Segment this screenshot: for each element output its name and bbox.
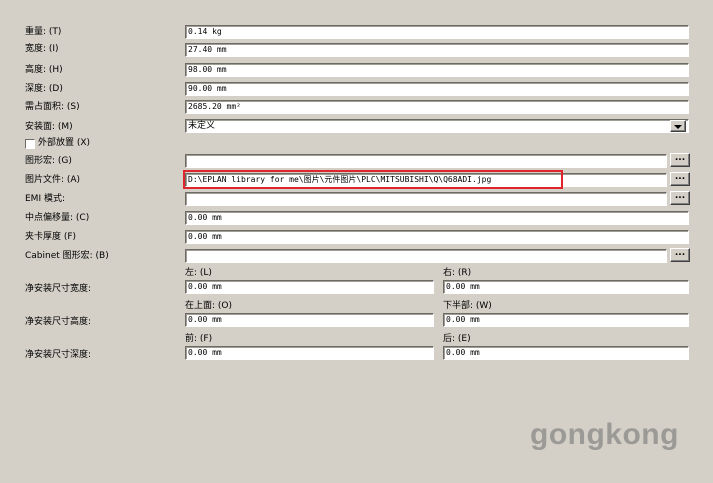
right-sublabel: 右: (R) xyxy=(443,268,472,278)
highlight-box xyxy=(183,170,563,189)
left-sublabel: 左: (L) xyxy=(185,268,212,278)
width-field[interactable]: 27.40 mm xyxy=(185,43,689,57)
mount-surface-select[interactable]: 未定义 xyxy=(185,119,689,133)
top-sublabel: 在上面: (O) xyxy=(185,301,232,311)
graphic-macro-label: 图形宏: (G) xyxy=(25,156,72,166)
front-sublabel: 前: (F) xyxy=(185,334,213,344)
graphic-macro-field[interactable] xyxy=(185,154,667,168)
weight-field[interactable]: 0.14 kg xyxy=(185,25,689,39)
cabinet-macro-label: Cabinet 图形宏: (B) xyxy=(25,251,109,261)
external-placement-label: 外部放置 (X) xyxy=(38,138,91,148)
height-label: 高度: (H) xyxy=(25,65,63,75)
image-file-browse-button[interactable]: ... xyxy=(670,172,690,186)
net-depth-label: 净安装尺寸深度: xyxy=(25,350,92,360)
emi-mode-label: EMI 模式: xyxy=(25,194,65,204)
center-offset-label: 中点偏移量: (C) xyxy=(25,213,90,223)
graphic-macro-browse-button[interactable]: ... xyxy=(670,153,690,167)
clamp-thickness-field[interactable]: 0.00 mm xyxy=(185,230,689,244)
net-depth-front-field[interactable]: 0.00 mm xyxy=(185,346,434,360)
chevron-down-icon xyxy=(674,125,682,129)
center-offset-field[interactable]: 0.00 mm xyxy=(185,211,689,225)
mount-surface-dropdown-button[interactable] xyxy=(670,120,686,132)
depth-field[interactable]: 90.00 mm xyxy=(185,82,689,96)
net-height-label: 净安装尺寸高度: xyxy=(25,317,92,327)
area-label: 需占面积: (S) xyxy=(25,102,80,112)
emi-mode-browse-button[interactable]: ... xyxy=(670,191,690,205)
net-height-bottom-field[interactable]: 0.00 mm xyxy=(443,313,689,327)
net-depth-back-field[interactable]: 0.00 mm xyxy=(443,346,689,360)
net-width-right-field[interactable]: 0.00 mm xyxy=(443,280,689,294)
width-label: 宽度: (I) xyxy=(25,44,59,54)
mount-surface-label: 安装面: (M) xyxy=(25,122,73,132)
area-field[interactable]: 2685.20 mm² xyxy=(185,100,689,114)
back-sublabel: 后: (E) xyxy=(443,334,471,344)
net-width-label: 净安装尺寸宽度: xyxy=(25,284,92,294)
net-width-left-field[interactable]: 0.00 mm xyxy=(185,280,434,294)
external-placement-checkbox[interactable] xyxy=(25,139,35,149)
depth-label: 深度: (D) xyxy=(25,84,63,94)
net-height-top-field[interactable]: 0.00 mm xyxy=(185,313,434,327)
clamp-thickness-label: 夹卡厚度 (F) xyxy=(25,232,77,242)
watermark: gongkong xyxy=(530,418,679,451)
weight-label: 重量: (T) xyxy=(25,27,62,37)
bottom-sublabel: 下半部: (W) xyxy=(443,301,492,311)
height-field[interactable]: 98.00 mm xyxy=(185,63,689,77)
image-file-label: 图片文件: (A) xyxy=(25,175,81,185)
emi-mode-field[interactable] xyxy=(185,192,667,206)
mount-surface-value: 未定义 xyxy=(188,121,216,131)
cabinet-macro-field[interactable] xyxy=(185,249,667,263)
cabinet-macro-browse-button[interactable]: ... xyxy=(670,248,690,262)
